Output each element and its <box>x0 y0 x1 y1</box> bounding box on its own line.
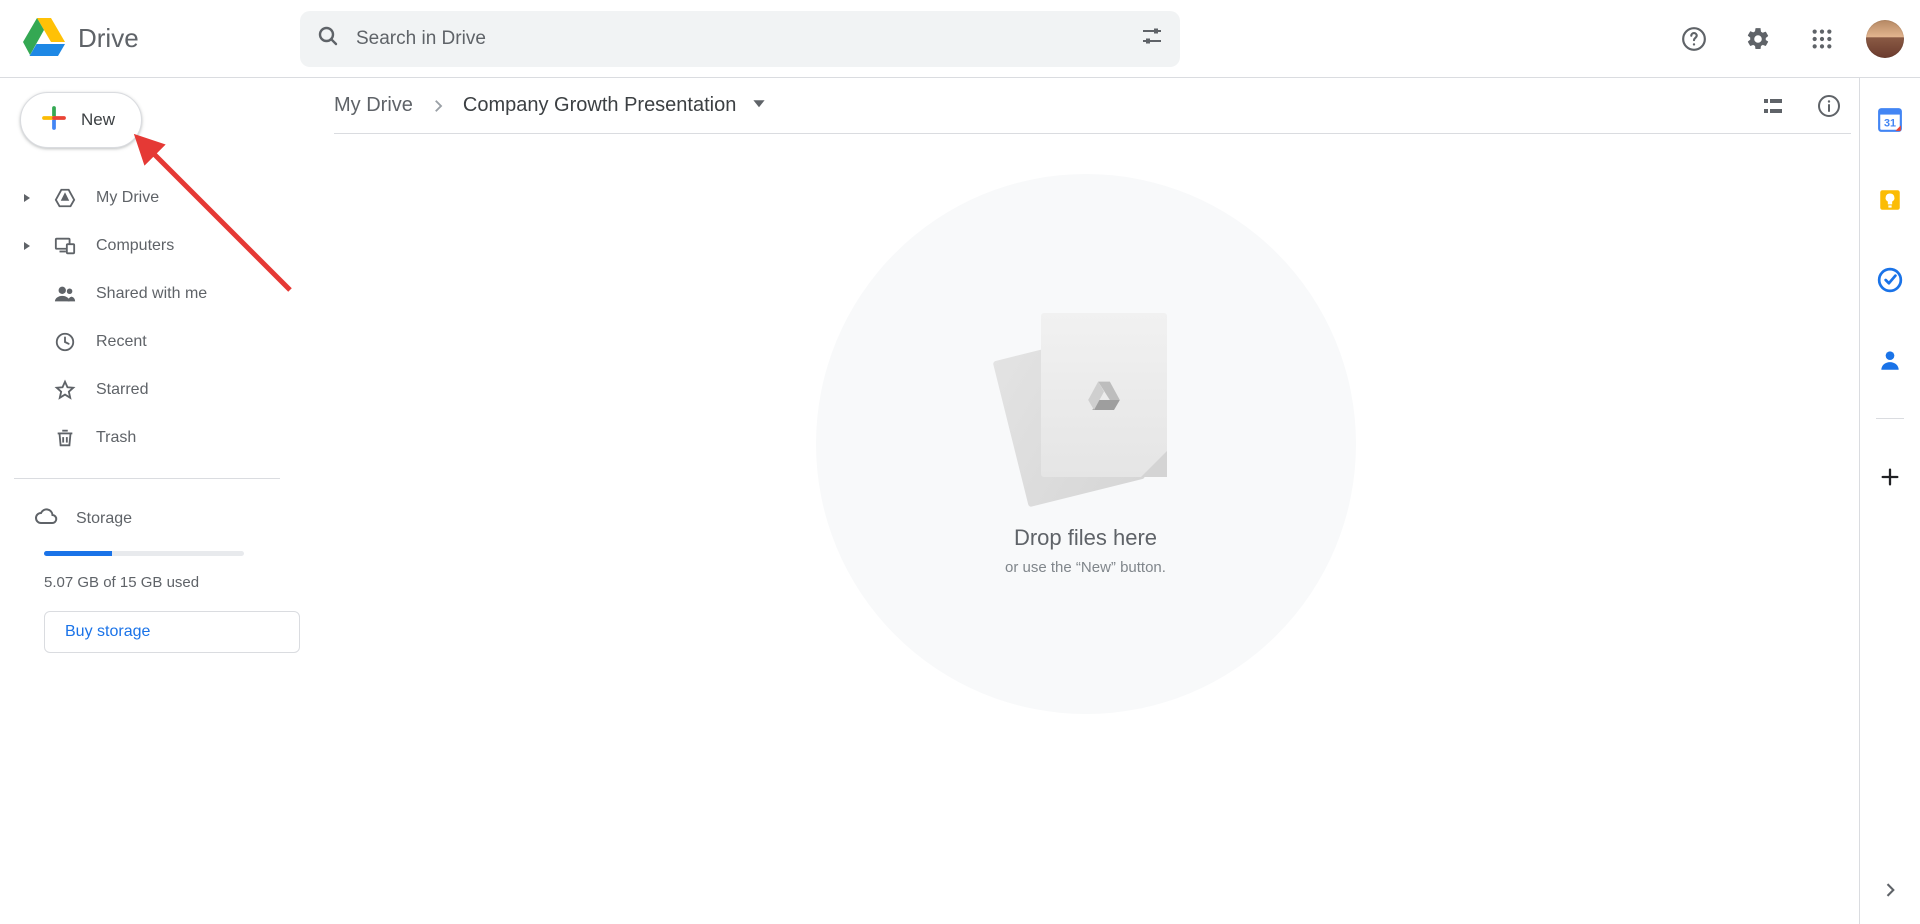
header: Drive <box>0 0 1920 78</box>
sidebar-item-shared-with-me[interactable]: Shared with me <box>14 272 300 316</box>
dropdown-caret-icon <box>752 96 766 115</box>
storage-label: Storage <box>76 510 132 528</box>
sidebar-item-label: Starred <box>96 381 148 399</box>
sidebar-item-label: Shared with me <box>96 285 207 303</box>
search-form <box>300 11 1180 67</box>
nav-separator <box>14 478 280 479</box>
shared-icon <box>52 281 78 307</box>
recent-icon <box>52 329 78 355</box>
sidebar-item-starred[interactable]: Starred <box>14 368 300 412</box>
breadcrumb-current-label: Company Growth Presentation <box>463 94 736 117</box>
breadcrumb-root[interactable]: My Drive <box>334 94 413 117</box>
chevron-right-icon <box>429 97 447 115</box>
sidebar-item-computers[interactable]: Computers <box>14 224 300 268</box>
sidebar-item-label: Trash <box>96 429 136 447</box>
starred-icon <box>52 377 78 403</box>
sidebar-item-label: Recent <box>96 333 147 351</box>
calendar-app-icon[interactable]: 31 <box>1868 98 1912 142</box>
search-input[interactable] <box>356 28 1124 50</box>
storage-usage-text: 5.07 GB of 15 GB used <box>44 574 300 591</box>
side-panel: 31 <box>1860 78 1920 924</box>
search-bar[interactable] <box>300 11 1180 67</box>
files-stack-icon <box>1001 313 1171 493</box>
empty-folder-dropzone[interactable]: Drop files here or use the “New” button. <box>316 134 1855 924</box>
nav-list: My Drive Computers Shared with me <box>14 176 300 653</box>
expand-arrow-icon[interactable] <box>20 241 34 251</box>
sidebar-item-my-drive[interactable]: My Drive <box>14 176 300 220</box>
svg-text:31: 31 <box>1884 118 1896 130</box>
tasks-app-icon[interactable] <box>1868 258 1912 302</box>
sidebar-item-label: Computers <box>96 237 174 255</box>
search-options-icon[interactable] <box>1140 24 1164 53</box>
brand-name: Drive <box>78 23 139 54</box>
drive-logo-icon <box>20 12 68 65</box>
settings-gear-icon[interactable] <box>1738 19 1778 59</box>
help-icon[interactable] <box>1674 19 1714 59</box>
sidebar-item-trash[interactable]: Trash <box>14 416 300 460</box>
breadcrumb-root-label: My Drive <box>334 94 413 117</box>
expand-arrow-icon[interactable] <box>20 193 34 203</box>
trash-icon <box>52 425 78 451</box>
contacts-app-icon[interactable] <box>1868 338 1912 382</box>
new-button[interactable]: New <box>20 92 142 148</box>
details-info-icon[interactable] <box>1807 84 1851 128</box>
empty-illustration: Drop files here or use the “New” button. <box>816 174 1356 714</box>
list-view-icon[interactable] <box>1751 84 1795 128</box>
keep-app-icon[interactable] <box>1868 178 1912 222</box>
storage-progress-fill <box>44 551 112 556</box>
brand[interactable]: Drive <box>20 12 300 65</box>
empty-subtitle: or use the “New” button. <box>1005 559 1166 576</box>
sidebar-item-label: My Drive <box>96 189 159 207</box>
apps-grid-icon[interactable] <box>1802 19 1842 59</box>
header-actions <box>1674 19 1904 59</box>
buy-storage-label: Buy storage <box>65 623 150 641</box>
sidebar: New My Drive Computers <box>0 78 300 924</box>
search-icon <box>316 24 340 53</box>
main-content: My Drive Company Growth Presentation <box>300 78 1860 924</box>
buy-storage-button[interactable]: Buy storage <box>44 611 300 653</box>
empty-title: Drop files here <box>1014 525 1157 551</box>
plus-icon <box>39 103 69 138</box>
hide-side-panel-icon[interactable] <box>1868 868 1912 912</box>
my-drive-icon <box>52 185 78 211</box>
add-app-icon[interactable] <box>1868 455 1912 499</box>
computers-icon <box>52 233 78 259</box>
new-button-label: New <box>81 110 115 130</box>
breadcrumb-current[interactable]: Company Growth Presentation <box>463 94 766 117</box>
account-avatar[interactable] <box>1866 20 1904 58</box>
sidebar-item-storage[interactable]: Storage <box>14 497 300 541</box>
location-toolbar: My Drive Company Growth Presentation <box>334 78 1851 134</box>
side-panel-separator <box>1876 418 1904 419</box>
storage-progress <box>44 551 244 556</box>
sidebar-item-recent[interactable]: Recent <box>14 320 300 364</box>
cloud-icon <box>34 505 58 534</box>
